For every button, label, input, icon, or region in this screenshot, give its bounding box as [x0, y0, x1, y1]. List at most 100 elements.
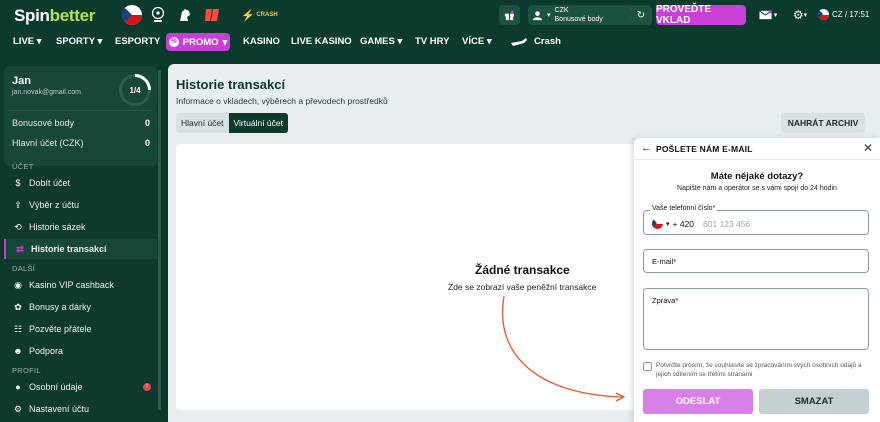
logo-part-1: Spin	[14, 6, 50, 25]
widget-title: POŠLETE NÁM E-MAIL	[656, 144, 753, 154]
consent-checkbox[interactable]	[643, 362, 652, 371]
phone-label: Vaše telefonní číslo*	[650, 205, 718, 212]
nav-sports[interactable]: SPORTY ▾	[56, 36, 102, 47]
upload-archive-button[interactable]: NAHRÁT ARCHIV	[781, 113, 865, 133]
email-field[interactable]: E-mail*	[643, 249, 869, 273]
person-icon: ●	[15, 382, 21, 392]
phone-placeholder: 601 123 456	[703, 218, 751, 229]
sidebar-item-withdraw[interactable]: ⇪ Výběr z účtu	[4, 195, 157, 215]
main-account-row: Hlavní účet (CZK) 0	[12, 138, 150, 148]
widget-description: Napište nám a operátor se s vámi spojí d…	[677, 185, 837, 192]
chevron-down-icon: ▾	[773, 12, 778, 19]
nav-live-casino[interactable]: LIVE KASINO	[291, 36, 352, 47]
language-time-selector[interactable]: CZ / 17:51	[818, 9, 869, 20]
message-field[interactable]: Zpráva*	[643, 288, 869, 350]
sidebar-item-deposit[interactable]: $ Dobít účet	[4, 173, 157, 193]
level-progress[interactable]: 1/4	[112, 67, 158, 113]
nav-crash[interactable]: Crash	[510, 36, 561, 47]
account-tabs: Hlavní účet Virtuální účet	[176, 113, 288, 133]
premier-league-icon[interactable]	[175, 5, 195, 25]
crash-game-icon[interactable]: CRASH	[256, 5, 278, 25]
page-subtitle: Informace o vkladech, výběrech a převode…	[176, 96, 388, 106]
send-button[interactable]: ODESLAT	[643, 389, 753, 414]
empty-state-title: Žádné transakce	[475, 263, 570, 277]
gear-icon: ⚙	[13, 403, 23, 414]
logo[interactable]: Spinbetter	[14, 6, 95, 26]
divider	[8, 110, 153, 111]
sidebar-item-support[interactable]: ☻ Podpora	[4, 341, 157, 361]
nav-casino[interactable]: KASINO	[243, 36, 280, 47]
empty-state-subtitle: Zde se zobrazí vaše peněžní transakce	[448, 282, 597, 292]
close-icon[interactable]: ✕	[863, 141, 873, 155]
sidebar-item-transaction-history[interactable]: ⇄ Historie transakcí	[4, 239, 157, 259]
dollar-icon: $	[15, 178, 21, 188]
support-icon: ☻	[13, 346, 23, 356]
phone-input-row[interactable]: ▾ + 420 601 123 456	[652, 218, 750, 229]
chevron-down-icon: ▾	[222, 36, 228, 48]
sidebar-item-account-settings[interactable]: ⚙ Nastavení účtu	[4, 399, 157, 419]
promo-icon: %	[168, 37, 179, 47]
chevron-down-icon: ▾	[36, 36, 42, 47]
bonus-points-row: Bonusové body 0	[12, 118, 150, 128]
refresh-icon: ↻	[636, 9, 646, 21]
laliga-icon[interactable]	[202, 5, 222, 25]
nav-more[interactable]: VÍCE ▾	[462, 36, 492, 47]
users-icon: ☷	[13, 323, 23, 334]
back-arrow-icon[interactable]: ←	[641, 142, 652, 154]
sidebar-item-personal-data[interactable]: ● Osobní údaje!	[4, 377, 157, 397]
nav-crash-label: Crash	[534, 36, 561, 47]
crash-badge-label: CRASH	[256, 12, 278, 18]
czech-flag-icon	[818, 9, 829, 20]
phone-prefix: + 420	[672, 218, 695, 229]
consent-row: Potvrďte prosím, že souhlasíte se zpraco…	[643, 361, 869, 379]
nav-tv-games[interactable]: TV HRY	[415, 36, 449, 47]
user-email: jan.novak@gmail.com	[12, 89, 81, 96]
chevron-down-icon: ▾	[666, 220, 670, 228]
language-time-label: CZ / 17:51	[832, 10, 870, 19]
message-label: Zpráva*	[652, 296, 679, 305]
bonus-points-label: Bonusové body	[554, 16, 603, 23]
sidebar: Jan jan.novak@gmail.com 1/4 Bonusové bod…	[0, 62, 163, 422]
gift-icon: ✿	[14, 301, 22, 312]
user-card: Jan jan.novak@gmail.com 1/4 Bonusové bod…	[4, 66, 158, 166]
section-label-account: ÚČET	[12, 162, 34, 171]
page-title: Historie transakcí	[176, 77, 286, 92]
upload-icon: ⇪	[14, 199, 22, 210]
nav-esports[interactable]: ESPORTY	[115, 36, 160, 47]
email-contact-widget: ← POŠLETE NÁM E-MAIL ✕ Máte nějaké dotaz…	[634, 138, 880, 422]
settings-button[interactable]: ⚙ ▾	[788, 5, 812, 25]
user-icon	[532, 10, 543, 20]
deposit-label: PROVEĎTE VKLAD	[656, 4, 712, 26]
sidebar-scrollbar[interactable]	[158, 70, 161, 410]
section-label-other: DALŠÍ	[12, 264, 36, 273]
chevron-down-icon: ▾	[397, 36, 403, 47]
chevron-down-icon: ▾	[547, 11, 551, 19]
gift-button[interactable]	[499, 5, 520, 25]
clear-button[interactable]: SMAZAT	[759, 389, 869, 414]
nav-live[interactable]: LIVE ▾	[13, 36, 42, 47]
sidebar-item-vip-cashback[interactable]: ◉ Kasino VIP cashback	[4, 275, 157, 295]
email-label: E-mail*	[652, 257, 677, 266]
section-label-profile: PROFIL	[12, 366, 41, 375]
deposit-button[interactable]: PROVEĎTE VKLAD	[656, 4, 746, 26]
pointer-arrow-icon	[502, 295, 626, 402]
currency-label: CZK	[554, 7, 569, 14]
nav-promo[interactable]: % PROMO ▾	[166, 33, 230, 51]
widget-header: ← POŠLETE NÁM E-MAIL ✕	[634, 138, 880, 160]
nav-games[interactable]: GAMES ▾	[360, 36, 402, 47]
champions-league-icon[interactable]	[148, 5, 168, 25]
tab-virtual-account[interactable]: Virtuální účet	[228, 113, 288, 133]
sidebar-item-invite-friends[interactable]: ☷ Pozvěte přátele	[4, 319, 157, 339]
chevron-down-icon: ▾	[97, 36, 103, 47]
sidebar-item-bonuses[interactable]: ✿ Bonusy a dárky	[4, 297, 157, 317]
messages-button[interactable]: ▾	[754, 5, 782, 25]
chevron-down-icon: ▾	[803, 12, 808, 19]
sidebar-item-bet-history[interactable]: ⟲ Historie sázek	[4, 217, 157, 237]
tab-main-account[interactable]: Hlavní účet	[176, 113, 229, 133]
czech-flag-icon[interactable]	[122, 5, 142, 25]
user-name: Jan	[12, 75, 31, 87]
top-bar: Spinbetter ⚡ CRASH ▾ CZKBonusové body 00…	[0, 0, 880, 30]
refresh-balance-button[interactable]: ↻	[631, 5, 651, 25]
lightning-icon[interactable]: ⚡	[238, 5, 258, 25]
consent-text: Potvrďte prosím, že souhlasíte se zpraco…	[656, 362, 862, 378]
